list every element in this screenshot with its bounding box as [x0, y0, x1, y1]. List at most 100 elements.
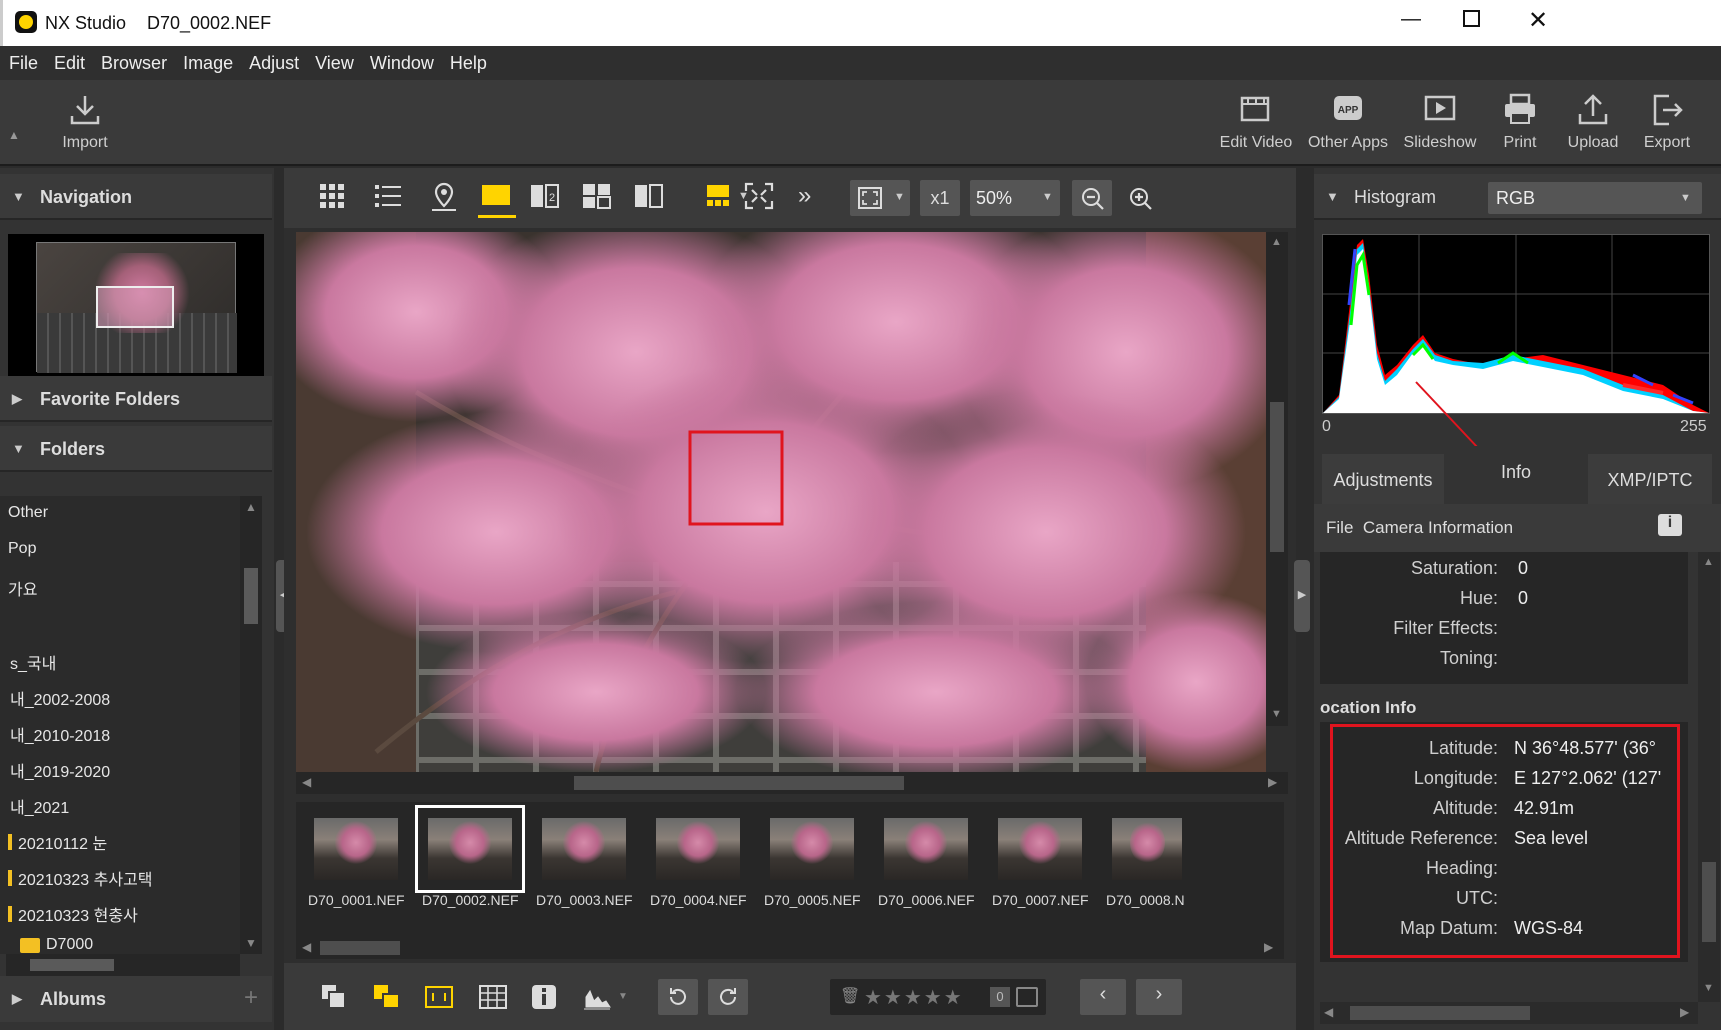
menu-file[interactable]: File	[0, 46, 45, 74]
menu-edit[interactable]: Edit	[45, 46, 92, 74]
compare-four-icon[interactable]	[582, 182, 612, 210]
filmstrip-label: D70_0006.NEF	[878, 892, 975, 908]
filmstrip-thumbnail[interactable]	[1112, 818, 1182, 880]
rotate-right-button[interactable]	[708, 979, 748, 1015]
collapse-triangle-icon: ▼	[12, 441, 25, 456]
histogram-dropdown-icon[interactable]: ▼	[618, 991, 628, 1002]
right-panel-toggle[interactable]: ▶	[1294, 560, 1310, 632]
map-pin-icon[interactable]	[430, 182, 458, 212]
info-hscroll-thumb[interactable]	[1350, 1006, 1530, 1020]
slideshow-button[interactable]: Slideshow	[1400, 92, 1480, 152]
protect-key-icon[interactable]	[1016, 987, 1038, 1007]
print-button[interactable]: Print	[1490, 92, 1550, 152]
next-image-button[interactable]: ›	[1136, 979, 1182, 1015]
zoom-percent-select[interactable]: 50% ▼	[970, 180, 1060, 216]
add-album-icon[interactable]: +	[244, 984, 258, 1012]
menu-image[interactable]: Image	[174, 46, 240, 74]
favorite-folders-header[interactable]: ▶ Favorite Folders	[0, 376, 272, 422]
fit-mode-dropdown[interactable]: ▼	[850, 180, 910, 216]
histogram-overlay-icon[interactable]	[582, 983, 612, 1011]
photo-vscrollbar[interactable]: ▲ ▼	[1266, 232, 1288, 726]
folder-item[interactable]: 20210323 현충사	[18, 902, 138, 926]
menu-help[interactable]: Help	[441, 46, 494, 74]
folder-item[interactable]: 20210323 추사고택	[18, 866, 153, 890]
folder-item-selected[interactable]: D7000	[46, 936, 93, 954]
tab-adjustments[interactable]: Adjustments	[1322, 454, 1444, 504]
rotate-left-button[interactable]	[658, 979, 698, 1015]
filmstrip-hscrollbar[interactable]: ◀ ▶	[296, 937, 1284, 959]
navigation-header[interactable]: ▼ Navigation	[0, 174, 272, 220]
folder-item[interactable]: Pop	[8, 540, 36, 558]
albums-header[interactable]: ▶ Albums +	[0, 976, 272, 1022]
grid-overlay-icon[interactable]	[478, 983, 508, 1011]
import-button[interactable]: Import	[50, 92, 120, 152]
export-button[interactable]: Export	[1634, 92, 1700, 152]
main-image-viewer[interactable]	[296, 232, 1266, 772]
altitude-reference-value: Sea level	[1514, 828, 1589, 848]
folder-item[interactable]: 내_2019-2020	[10, 758, 110, 782]
zoom-x1-button[interactable]: x1	[920, 180, 960, 216]
folder-hscrollbar[interactable]	[6, 954, 240, 976]
folder-item[interactable]: 내_2010-2018	[10, 722, 110, 746]
single-image-view-button[interactable]	[478, 180, 516, 218]
filmstrip-thumbnail[interactable]	[656, 818, 740, 880]
folders-header[interactable]: ▼ Folders	[0, 426, 272, 472]
maximize-button[interactable]	[1463, 10, 1480, 27]
tab-xmp-iptc[interactable]: XMP/IPTC	[1588, 454, 1712, 504]
tab-info[interactable]: Info	[1454, 446, 1578, 504]
edit-video-button[interactable]: Edit Video	[1212, 92, 1300, 152]
thumbnail-grid-icon[interactable]	[318, 182, 346, 210]
folder-scrollbar[interactable]: ▲ ▼	[240, 496, 262, 954]
filmstrip-thumbnail[interactable]	[542, 818, 626, 880]
export-label: Export	[1643, 134, 1691, 151]
menu-view[interactable]: View	[306, 46, 361, 74]
fit-screen-icon[interactable]	[744, 182, 774, 210]
bottom-toolbar: ▼ 🗑 ★★★★★ 0 ‹ ›	[284, 963, 1296, 1030]
channel-select[interactable]: RGB ▼	[1488, 182, 1702, 214]
close-button[interactable]: ✕	[1528, 6, 1548, 35]
hue-value: 0	[1518, 588, 1529, 608]
other-apps-button[interactable]: APP Other Apps	[1302, 92, 1394, 152]
crop-frame-icon[interactable]	[424, 983, 454, 1011]
photo-hscrollbar[interactable]: ◀ ▶	[296, 772, 1288, 794]
compare-two-icon[interactable]: 2	[530, 182, 560, 210]
single-view-icon	[482, 185, 510, 205]
filmstrip-thumbnail[interactable]	[770, 818, 854, 880]
filmstrip-thumbnail-selected[interactable]	[415, 805, 525, 893]
stack-icon[interactable]	[320, 983, 348, 1011]
list-view-icon[interactable]	[374, 182, 402, 210]
minimize-button[interactable]: —	[1401, 8, 1421, 31]
filmstrip-thumbnail[interactable]	[314, 818, 398, 880]
menu-window[interactable]: Window	[361, 46, 441, 74]
folder-item[interactable]: 내_2002-2008	[10, 686, 110, 710]
previous-image-button[interactable]: ‹	[1080, 979, 1126, 1015]
info-overlay-icon[interactable]	[530, 983, 558, 1011]
filmstrip-layout-icon[interactable]	[704, 182, 734, 210]
folder-item[interactable]: 가요	[8, 576, 37, 600]
chevron-down-icon: ▼	[1042, 191, 1053, 203]
folder-item[interactable]: 20210112 눈	[18, 830, 107, 854]
navigation-thumbnail[interactable]	[8, 234, 264, 386]
info-header-label: File Camera Information	[1326, 518, 1514, 537]
navigation-viewport-box[interactable]	[96, 286, 174, 328]
folder-item[interactable]: Other	[8, 504, 48, 522]
upload-button[interactable]: Upload	[1560, 92, 1626, 152]
folder-icon	[20, 938, 40, 953]
filmstrip-thumbnail[interactable]	[884, 818, 968, 880]
filmstrip-thumbnail[interactable]	[998, 818, 1082, 880]
more-tools-icon[interactable]: »	[798, 182, 811, 210]
zoom-out-button[interactable]	[1072, 180, 1112, 216]
menu-browser[interactable]: Browser	[92, 46, 174, 74]
before-after-icon[interactable]	[634, 182, 664, 210]
folder-item[interactable]: s_국내	[10, 650, 56, 674]
info-button-icon[interactable]: i	[1658, 514, 1682, 536]
collapse-toolbar-icon[interactable]: ▲	[8, 128, 20, 142]
star-rating-icon[interactable]: ★★★★★	[864, 985, 964, 1010]
trash-icon[interactable]: 🗑	[840, 986, 860, 1006]
info-vscrollbar[interactable]: ▲ ▼	[1698, 552, 1720, 1002]
menu-adjust[interactable]: Adjust	[240, 46, 306, 74]
zoom-in-button[interactable]	[1120, 180, 1160, 216]
folder-item[interactable]: 내_2021	[10, 794, 69, 818]
info-hscrollbar[interactable]: ◀ ▶	[1320, 1002, 1698, 1024]
group-select-icon[interactable]	[372, 983, 402, 1011]
